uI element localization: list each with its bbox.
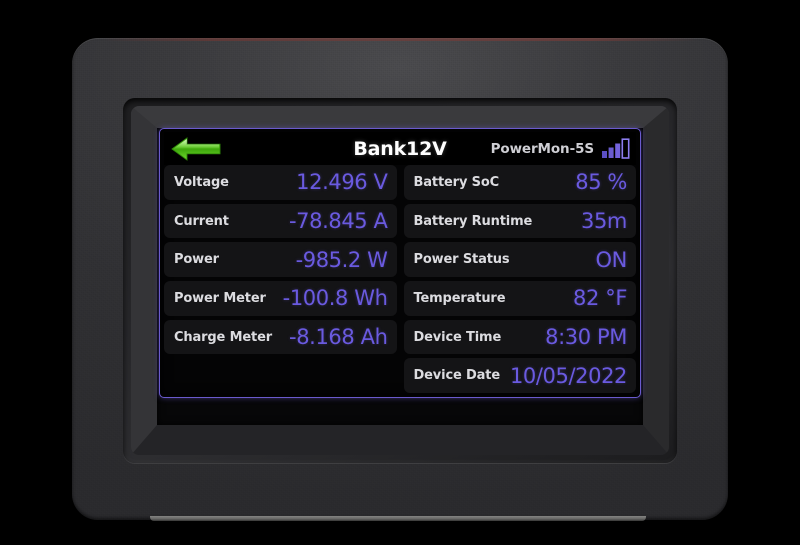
row-label: Charge Meter: [174, 329, 273, 345]
row-value: ON: [595, 247, 628, 272]
table-row[interactable]: Charge Meter -8.168 Ah: [164, 319, 397, 355]
table-row[interactable]: Power Status ON: [403, 242, 636, 278]
row-value: 10/05/2022: [509, 363, 627, 388]
row-value: 35m: [581, 209, 627, 233]
table-row[interactable]: Power Meter -100.8 Wh: [164, 281, 397, 316]
table-row[interactable]: Voltage 12.496 V: [164, 165, 397, 200]
row-label: Power Status: [413, 252, 510, 268]
lcd-screen: Bank12V PowerMon-5S Voltage 12.496 V Cur…: [159, 128, 641, 398]
row-value: -985.2 W: [295, 247, 388, 272]
row-value: 12.496 V: [296, 170, 388, 195]
table-row[interactable]: Current -78.845 A: [164, 203, 397, 239]
table-row[interactable]: Device Date 10/05/2022: [403, 358, 636, 394]
row-value: -78.845 A: [289, 209, 388, 233]
row-label: Power Meter: [174, 290, 266, 306]
right-column: Battery SoC 85 % Battery Runtime 35m Pow…: [403, 165, 636, 394]
row-label: Voltage: [174, 174, 229, 190]
table-row[interactable]: Battery SoC 85 %: [403, 165, 636, 200]
device-name-label: PowerMon-5S: [490, 140, 595, 157]
row-label: Device Time: [413, 329, 502, 345]
row-label: Battery SoC: [413, 174, 500, 190]
screen-titlebar: Bank12V PowerMon-5S: [164, 132, 636, 165]
table-row[interactable]: Battery Runtime 35m: [403, 203, 636, 239]
device-bottom-edge-strip: [150, 516, 646, 521]
table-row-empty: [164, 358, 397, 393]
table-row[interactable]: Power -985.2 W: [164, 242, 397, 278]
row-value: 85 %: [575, 170, 627, 195]
row-value: 82 °F: [573, 286, 627, 311]
row-value: -8.168 Ah: [289, 325, 388, 350]
left-column: Voltage 12.496 V Current -78.845 A Power…: [164, 165, 397, 393]
row-label: Power: [174, 252, 219, 268]
row-label: Battery Runtime: [413, 213, 533, 229]
signal-bars-icon: [601, 138, 631, 159]
row-value: 8:30 PM: [545, 325, 627, 350]
row-label: Current: [174, 213, 229, 229]
row-label: Device Date: [413, 368, 501, 384]
table-row[interactable]: Temperature 82 °F: [403, 281, 636, 316]
row-label: Temperature: [413, 290, 506, 306]
device-top-rim: [102, 38, 698, 41]
row-value: -100.8 Wh: [282, 286, 388, 311]
table-row[interactable]: Device Time 8:30 PM: [403, 319, 636, 355]
readout-grid: Voltage 12.496 V Current -78.845 A Power…: [164, 165, 636, 394]
screenshot-stage: Bank12V PowerMon-5S Voltage 12.496 V Cur…: [0, 0, 800, 545]
